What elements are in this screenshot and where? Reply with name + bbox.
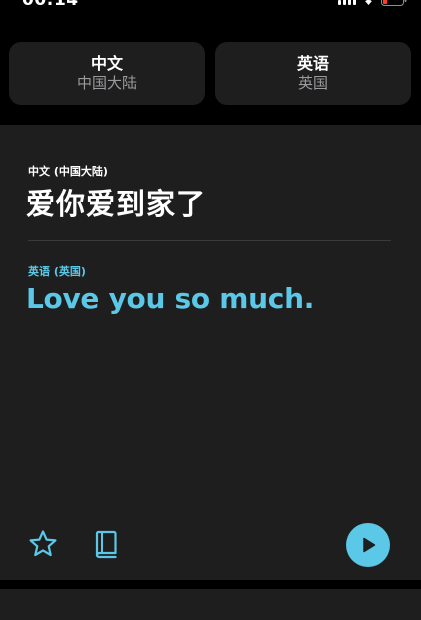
favorite-button[interactable] <box>28 529 58 559</box>
source-language-region: 中国大陆 <box>76 74 137 92</box>
target-language-button[interactable]: 英语 英国 <box>215 42 411 105</box>
source-language-name: 中文 <box>90 54 123 73</box>
divider <box>28 240 391 241</box>
signal-icon <box>338 0 356 5</box>
language-selector: 中文 中国大陆 英语 英国 <box>9 42 411 105</box>
star-icon <box>29 530 57 557</box>
translation-card: 中文 (中国大陆) 爱你爱到家了 英语 (英国) Love you so muc… <box>0 125 421 580</box>
dictionary-button[interactable] <box>93 529 119 559</box>
next-translation-card[interactable] <box>0 589 421 620</box>
wifi-icon <box>361 0 376 5</box>
target-language-name: 英语 <box>296 54 329 73</box>
source-language-label: 中文 (中国大陆) <box>28 165 108 178</box>
translated-text[interactable]: Love you so much. <box>26 282 314 315</box>
status-icons <box>338 0 407 6</box>
status-time: 00:14 <box>22 0 79 10</box>
play-icon <box>363 537 376 553</box>
source-language-button[interactable]: 中文 中国大陆 <box>9 42 205 105</box>
target-language-region: 英国 <box>297 74 328 92</box>
target-language-label: 英语 (英国) <box>28 265 86 278</box>
source-text[interactable]: 爱你爱到家了 <box>26 181 206 223</box>
book-icon <box>95 530 117 559</box>
status-bar: 00:14 <box>0 0 421 14</box>
battery-icon <box>381 0 407 6</box>
play-button[interactable] <box>346 523 390 567</box>
